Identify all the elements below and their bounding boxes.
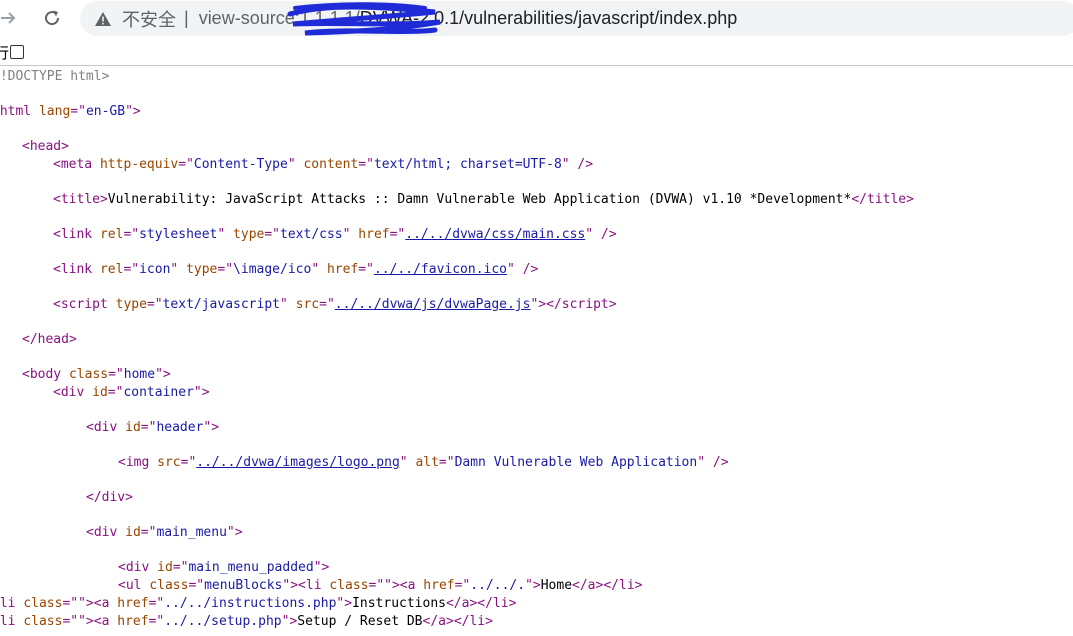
line-wrap-label: 行	[0, 44, 10, 62]
source-line: <div id="main_menu">	[86, 525, 243, 540]
source-line: <img src="../../dvwa/images/logo.png" al…	[118, 455, 729, 470]
source-line: <div id="container">	[53, 385, 210, 400]
browser-toolbar: 不安全 | view-source: 1.1.1.1/ DVWA-2.0.1/v…	[0, 0, 1073, 36]
url-obscured: 1.1.1.1/	[299, 8, 360, 28]
source-view: <!DOCTYPE html> <html lang="en-GB"> <hea…	[0, 67, 1073, 636]
source-line: <script type="text/javascript" src="../.…	[53, 297, 617, 312]
title-text: Vulnerability: JavaScript Attacks :: Dam…	[107, 192, 852, 207]
logo-link[interactable]: ../../dvwa/images/logo.png	[196, 455, 400, 470]
forward-button[interactable]	[0, 6, 20, 30]
source-line: <div id="header">	[86, 420, 220, 435]
source-line: <!DOCTYPE html>	[0, 68, 109, 86]
source-line: <ul class="menuBlocks"><li class=""><a h…	[118, 578, 643, 593]
source-line: <li class=""><a href="../../instructions…	[0, 596, 517, 611]
source-line: <meta http-equiv="Content-Type" content=…	[53, 157, 594, 172]
source-line: <head>	[22, 139, 69, 154]
css-link[interactable]: ../../dvwa/css/main.css	[405, 227, 585, 242]
address-bar[interactable]: 不安全 | view-source: 1.1.1.1/ DVWA-2.0.1/v…	[80, 1, 1073, 36]
source-line: </head>	[22, 332, 77, 347]
line-wrap-toggle[interactable]: 行	[0, 42, 25, 62]
url-path: DVWA-2.0.1/vulnerabilities/javascript/in…	[359, 8, 738, 28]
favicon-link[interactable]: ../../favicon.ico	[374, 262, 507, 277]
menu-setup: Setup / Reset DB	[297, 614, 423, 629]
menu-instructions: Instructions	[352, 596, 446, 611]
source-line: <html lang="en-GB">	[0, 104, 141, 119]
source-line: <title>Vulnerability: JavaScript Attacks…	[53, 192, 914, 207]
separator: |	[184, 8, 189, 28]
reload-icon	[45, 10, 60, 26]
menu-home: Home	[540, 578, 573, 593]
reload-button[interactable]	[40, 6, 64, 30]
security-label[interactable]: 不安全	[122, 6, 176, 32]
url-scheme: view-source:	[198, 8, 300, 28]
divider	[0, 65, 1073, 66]
source-line: <div id="main_menu_padded">	[118, 560, 330, 575]
source-line: <link rel="icon" type="\image/ico" href=…	[53, 262, 539, 277]
line-wrap-checkbox[interactable]	[10, 45, 25, 59]
doctype: <!DOCTYPE html>	[0, 69, 110, 84]
script-link[interactable]: ../../dvwa/js/dvwaPage.js	[335, 297, 531, 312]
arrow-right-icon	[1, 12, 16, 24]
source-line: </div>	[86, 490, 133, 505]
source-line: <body class="home">	[22, 367, 171, 382]
source-line: <link rel="stylesheet" type="text/css" h…	[53, 227, 617, 242]
warning-icon[interactable]	[94, 10, 112, 28]
source-line: <li class=""><a href="../../setup.php">S…	[0, 614, 493, 629]
